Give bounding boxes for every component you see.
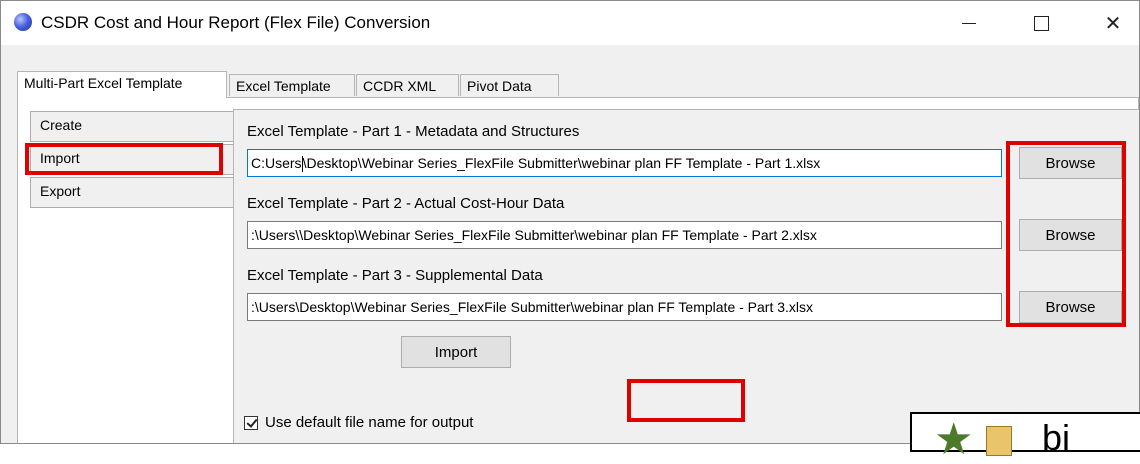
checkbox-checked-icon (244, 415, 258, 430)
import-button[interactable]: Import (401, 336, 511, 368)
import-panel: Excel Template - Part 1 - Metadata and S… (233, 109, 1139, 443)
part2-browse-button[interactable]: Browse (1019, 219, 1122, 251)
sidebar-item-create[interactable]: Create (30, 111, 238, 142)
part1-browse-button[interactable]: Browse (1019, 147, 1122, 179)
part3-label: Excel Template - Part 3 - Supplemental D… (247, 267, 543, 284)
title-bar: CSDR Cost and Hour Report (Flex File) Co… (1, 1, 1139, 45)
window-content: Multi-Part Excel Template Excel Template… (1, 45, 1139, 443)
tab-page: Create Import Export Excel Template - Pa… (17, 97, 1139, 443)
maximize-button[interactable] (1013, 1, 1069, 45)
close-icon: ✕ (1104, 12, 1122, 35)
sidebar-item-export[interactable]: Export (30, 177, 238, 208)
maximize-icon (1033, 15, 1049, 31)
part2-label: Excel Template - Part 2 - Actual Cost-Ho… (247, 195, 565, 212)
app-globe-icon (14, 13, 32, 31)
tab-ccdr-xml[interactable]: CCDR XML (356, 74, 459, 96)
tab-multi-part-excel-template[interactable]: Multi-Part Excel Template (17, 71, 227, 98)
use-default-name-checkbox[interactable]: Use default file name for output (244, 414, 473, 431)
star-icon: ★ (934, 415, 974, 464)
part1-path-suffix: \Desktop\Webinar Series_FlexFile Submitt… (302, 155, 821, 171)
window-title: CSDR Cost and Hour Report (Flex File) Co… (41, 13, 431, 32)
document-icon (986, 426, 1012, 456)
sidebar-item-import[interactable]: Import (30, 144, 238, 175)
part1-path-input[interactable]: C:Users\Desktop\Webinar Series_FlexFile … (247, 149, 1002, 177)
tab-pivot-data[interactable]: Pivot Data (460, 74, 559, 96)
use-default-name-label: Use default file name for output (265, 414, 474, 431)
part3-browse-button[interactable]: Browse (1019, 291, 1122, 323)
part1-path-prefix: C:Users (251, 155, 302, 171)
overlay-logo: ★ bi (910, 412, 1140, 462)
part3-path-input[interactable]: :\Users\Desktop\Webinar Series_FlexFile … (247, 293, 1002, 321)
tab-excel-template[interactable]: Excel Template (229, 74, 355, 96)
app-window: CSDR Cost and Hour Report (Flex File) Co… (0, 0, 1140, 444)
overlay-text: bi (1042, 417, 1071, 458)
part2-path-input[interactable]: :\Users\\Desktop\Webinar Series_FlexFile… (247, 221, 1002, 249)
minimize-button[interactable] (941, 1, 997, 45)
close-button[interactable]: ✕ (1085, 1, 1139, 45)
minimize-icon (962, 22, 976, 24)
part1-label: Excel Template - Part 1 - Metadata and S… (247, 123, 580, 140)
